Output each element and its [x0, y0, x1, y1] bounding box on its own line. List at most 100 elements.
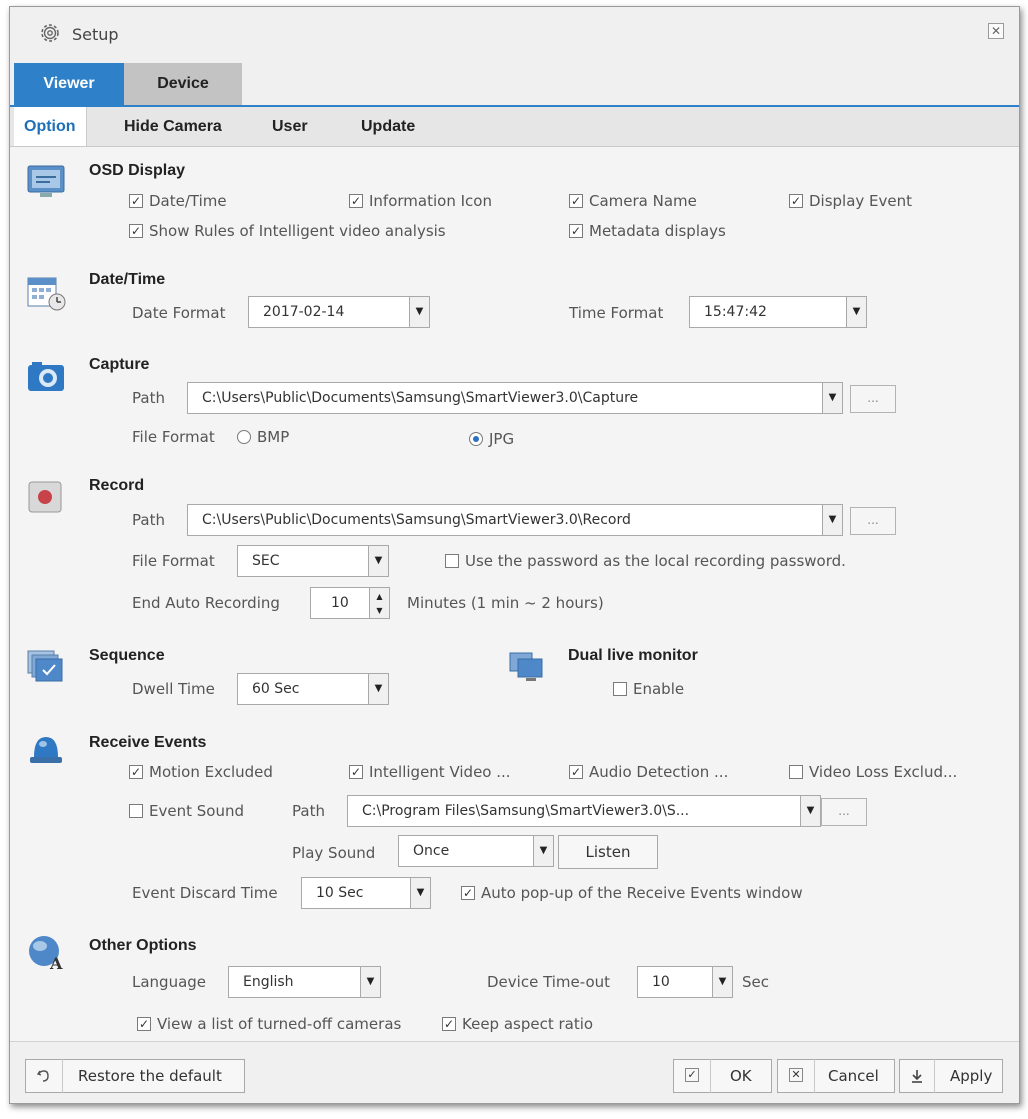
chevron-down-icon: ▼ [368, 546, 388, 576]
dual-monitor-enable-label: Enable [633, 680, 685, 698]
svg-text:A: A [49, 954, 63, 973]
chevron-down-icon: ▼ [800, 796, 820, 826]
use-password-label: Use the password as the local recording … [465, 552, 846, 570]
osd-display-event-checkbox[interactable]: ✓ [789, 194, 803, 208]
event-sound-label: Event Sound [149, 802, 244, 820]
play-sound-label: Play Sound [292, 844, 376, 862]
language-label: Language [132, 973, 207, 991]
language-select[interactable]: English ▼ [228, 966, 381, 998]
osd-info-icon-label: Information Icon [369, 192, 492, 210]
event-sound-path-select[interactable]: C:\Program Files\Samsung\SmartViewer3.0\… [347, 795, 821, 827]
dual-monitor-enable-checkbox[interactable] [613, 682, 627, 696]
minutes-range-label: Minutes (1 min ~ 2 hours) [407, 594, 604, 612]
device-timeout-select[interactable]: 10 ▼ [637, 966, 733, 998]
event-discard-time-select[interactable]: 10 Sec ▼ [301, 877, 431, 909]
record-path-select[interactable]: C:\Users\Public\Documents\Samsung\SmartV… [187, 504, 843, 536]
restore-icon [36, 1070, 49, 1082]
audio-detection-label: Audio Detection ... [589, 763, 729, 781]
end-auto-recording-stepper[interactable]: 10 ▲ ▼ [310, 587, 390, 619]
event-sound-path-label: Path [292, 802, 325, 820]
sequence-icon [27, 650, 63, 682]
window-title: Setup [72, 25, 119, 44]
osd-camera-name-checkbox[interactable]: ✓ [569, 194, 583, 208]
cancel-icon: ✕ [789, 1068, 803, 1082]
osd-camera-name-label: Camera Name [589, 192, 697, 210]
capture-jpg-radio[interactable] [469, 432, 483, 446]
ok-button[interactable]: ✓ OK [673, 1059, 772, 1093]
tab-update[interactable]: Update [361, 107, 415, 146]
cancel-label: Cancel [828, 1067, 879, 1085]
divider [710, 1059, 711, 1093]
listen-button[interactable]: Listen [558, 835, 658, 869]
chevron-down-icon: ▼ [368, 674, 388, 704]
audio-detection-checkbox[interactable]: ✓ [569, 765, 583, 779]
keep-aspect-checkbox[interactable]: ✓ [442, 1017, 456, 1031]
event-sound-path-value: C:\Program Files\Samsung\SmartViewer3.0\… [362, 803, 690, 819]
intelligent-video-checkbox[interactable]: ✓ [349, 765, 363, 779]
keep-aspect-label: Keep aspect ratio [462, 1015, 594, 1033]
language-value: English [243, 974, 294, 990]
sub-tab-bar: Option Hide Camera User Update [10, 107, 1019, 147]
dwell-time-value: 60 Sec [252, 681, 300, 697]
motion-excluded-checkbox[interactable]: ✓ [129, 765, 143, 779]
time-format-value: 15:47:42 [704, 304, 767, 320]
video-loss-checkbox[interactable] [789, 765, 803, 779]
ok-icon: ✓ [685, 1068, 699, 1082]
video-loss-label: Video Loss Exclud... [809, 763, 958, 781]
use-password-checkbox[interactable] [445, 554, 459, 568]
event-sound-browse-button[interactable]: ... [821, 798, 867, 826]
osd-display-event-label: Display Event [809, 192, 913, 210]
dwell-time-select[interactable]: 60 Sec ▼ [237, 673, 389, 705]
capture-path-value: C:\Users\Public\Documents\Samsung\SmartV… [202, 390, 639, 406]
tab-user[interactable]: User [272, 107, 308, 146]
record-path-label: Path [132, 511, 165, 529]
view-turned-off-checkbox[interactable]: ✓ [137, 1017, 151, 1031]
capture-browse-button[interactable]: ... [850, 385, 896, 413]
osd-info-icon-checkbox[interactable]: ✓ [349, 194, 363, 208]
osd-show-rules-checkbox[interactable]: ✓ [129, 224, 143, 238]
osd-title: OSD Display [89, 162, 186, 179]
language-globe-icon: A [29, 936, 63, 973]
tab-hide-camera[interactable]: Hide Camera [124, 107, 222, 146]
osd-datetime-checkbox[interactable]: ✓ [129, 194, 143, 208]
ok-label: OK [730, 1067, 752, 1085]
divider [62, 1059, 63, 1093]
chevron-down-icon: ▼ [846, 297, 866, 327]
date-format-select[interactable]: 2017-02-14 ▼ [248, 296, 430, 328]
cancel-button[interactable]: ✕ Cancel [777, 1059, 895, 1093]
alarm-siren-icon [30, 737, 62, 763]
motion-excluded-label: Motion Excluded [149, 763, 273, 781]
apply-label: Apply [950, 1067, 993, 1085]
record-file-format-select[interactable]: SEC ▼ [237, 545, 389, 577]
title-bar: Setup ✕ [10, 7, 1019, 63]
date-format-value: 2017-02-14 [263, 304, 345, 320]
capture-path-select[interactable]: C:\Users\Public\Documents\Samsung\SmartV… [187, 382, 843, 414]
capture-bmp-radio[interactable] [237, 430, 251, 444]
event-sound-checkbox[interactable] [129, 804, 143, 818]
close-button[interactable]: ✕ [988, 23, 1004, 39]
chevron-down-icon: ▼ [410, 878, 430, 908]
receive-events-title: Receive Events [89, 734, 207, 751]
play-sound-select[interactable]: Once ▼ [398, 835, 554, 867]
restore-default-label: Restore the default [78, 1067, 222, 1085]
device-timeout-label: Device Time-out [487, 973, 611, 991]
tab-option[interactable]: Option [14, 107, 87, 146]
footer-bar: Restore the default ✓ OK ✕ Cancel Apply [10, 1041, 1019, 1103]
apply-button[interactable]: Apply [899, 1059, 1003, 1093]
close-icon: ✕ [990, 24, 1002, 38]
record-file-format-label: File Format [132, 552, 215, 570]
time-format-select[interactable]: 15:47:42 ▼ [689, 296, 867, 328]
restore-default-button[interactable]: Restore the default [25, 1059, 245, 1093]
datetime-title: Date/Time [89, 271, 166, 288]
record-path-value: C:\Users\Public\Documents\Samsung\SmartV… [202, 512, 631, 528]
setup-window: Setup ✕ Viewer Device Option Hide Camera… [9, 6, 1020, 1104]
spin-arrows-icon: ▲ ▼ [369, 588, 389, 618]
capture-title: Capture [89, 356, 150, 373]
auto-popup-checkbox[interactable]: ✓ [461, 886, 475, 900]
capture-file-format-label: File Format [132, 428, 215, 446]
osd-datetime-label: Date/Time [149, 192, 227, 210]
tab-device[interactable]: Device [124, 63, 242, 105]
record-browse-button[interactable]: ... [850, 507, 896, 535]
osd-metadata-checkbox[interactable]: ✓ [569, 224, 583, 238]
tab-viewer[interactable]: Viewer [14, 63, 124, 105]
